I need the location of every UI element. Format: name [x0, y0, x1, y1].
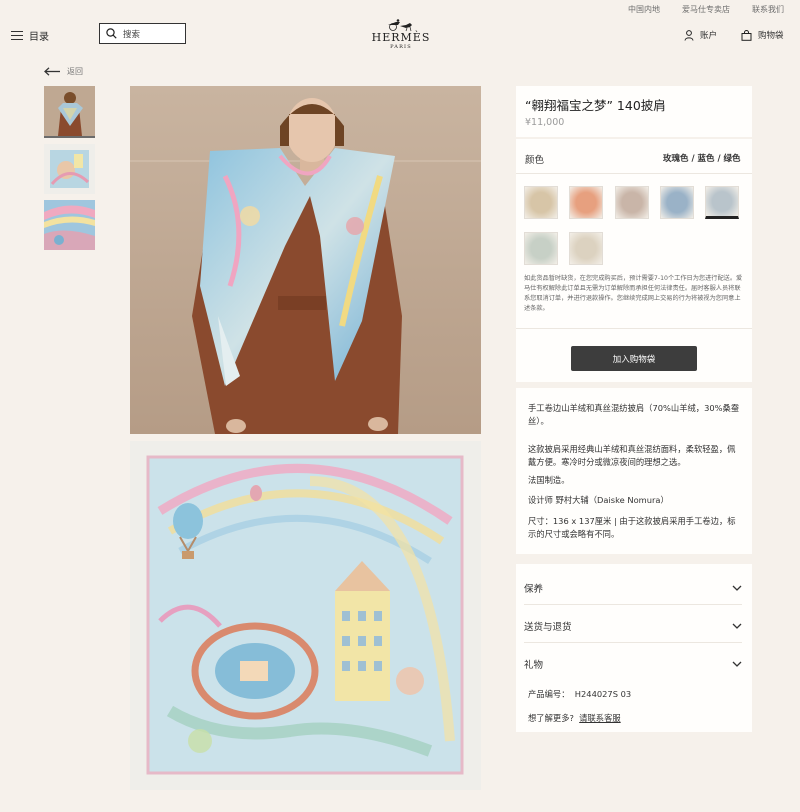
thumbnail-detail[interactable] [44, 200, 95, 250]
help-line: 想了解更多? 请联系客服 [528, 712, 621, 724]
accordion-gift-label: 礼物 [524, 660, 544, 671]
product-title: “翱翔福宝之梦” 140披肩 [525, 98, 666, 113]
search-placeholder: 搜索 [123, 29, 141, 40]
site-header: 目录 搜索 HERMÈS PARIS 账户 购物袋 [0, 18, 800, 60]
product-photo-model[interactable] [130, 86, 481, 434]
color-swatch[interactable] [615, 186, 649, 219]
shopping-bag-icon [741, 29, 752, 41]
arrow-left-icon [44, 67, 60, 76]
stores-link[interactable]: 爱马仕专卖店 [682, 4, 730, 15]
color-label: 颜色 [525, 155, 545, 166]
color-swatch[interactable] [524, 186, 558, 219]
thumbnail-gallery [44, 86, 95, 256]
help-prefix: 想了解更多? [528, 713, 574, 723]
product-photo-flat[interactable] [130, 441, 481, 790]
chevron-down-icon [732, 585, 742, 591]
user-icon [684, 29, 694, 41]
hamburger-icon [11, 31, 23, 41]
logo-wordmark: HERMÈS [371, 31, 431, 44]
accordion-care-label: 保养 [524, 584, 544, 595]
description-origin: 法国制造。 [528, 475, 570, 485]
top-utility-bar: 中国内地 爱马仕专卖店 联系我们 [0, 0, 800, 18]
thumbnail-model[interactable] [44, 86, 95, 138]
cart-link[interactable]: 购物袋 [741, 29, 784, 41]
accordion-care[interactable]: 保养 [524, 572, 742, 605]
description-text: 这款披肩采用经典山羊绒和真丝混纺面料，柔软轻盈，佩戴方便。寒冷时分或微凉夜间的理… [528, 444, 736, 467]
thumbnail-flat[interactable] [44, 144, 95, 194]
account-link[interactable]: 账户 [684, 29, 717, 41]
color-swatch[interactable] [660, 186, 694, 219]
color-swatch[interactable] [569, 232, 603, 265]
contact-service-link[interactable]: 请联系客服 [579, 713, 621, 723]
search-icon [106, 28, 117, 39]
logo-city: PARIS [390, 44, 412, 50]
stock-notice: 如此货品暂时缺货，在您完成购买后，预计需要7-10个工作日为您进行配送。爱马仕有… [524, 275, 743, 312]
chevron-down-icon [732, 661, 742, 667]
add-to-cart-button[interactable]: 加入购物袋 [571, 346, 697, 371]
chevron-down-icon [732, 623, 742, 629]
divider [516, 328, 752, 329]
product-price: ¥11,000 [525, 117, 565, 128]
reference-label: 产品编号： [528, 689, 570, 699]
search-input[interactable]: 搜索 [99, 23, 186, 44]
accordion-delivery-label: 送货与退货 [524, 622, 572, 633]
product-reference: 产品编号： H244027S 03 [528, 688, 631, 700]
color-swatch[interactable] [569, 186, 603, 219]
carriage-emblem-icon [388, 19, 412, 32]
description-designer: 设计师 野村大辅（Daiske Nomura） [528, 495, 669, 505]
color-swatch-selected[interactable] [705, 186, 739, 219]
hermes-logo[interactable]: HERMÈS PARIS [360, 18, 442, 54]
region-link[interactable]: 中国内地 [628, 4, 660, 15]
description-material: 手工卷边山羊绒和真丝混纺披肩（70%山羊绒，30%桑蚕丝）。 [528, 403, 740, 426]
accordion-gift[interactable]: 礼物 [524, 648, 742, 680]
color-swatch[interactable] [524, 232, 558, 265]
divider [516, 173, 752, 174]
cart-label: 购物袋 [758, 31, 784, 41]
contact-link[interactable]: 联系我们 [752, 4, 784, 15]
reference-value: H244027S 03 [574, 689, 632, 699]
account-label: 账户 [700, 31, 718, 41]
back-label: 返回 [67, 67, 83, 76]
menu-label: 目录 [29, 32, 49, 43]
back-link[interactable]: 返回 [44, 66, 83, 77]
accordion-delivery[interactable]: 送货与退货 [524, 610, 742, 643]
selected-color: 玫瑰色 / 蓝色 / 绿色 [663, 154, 741, 164]
description-size: 尺寸：136 x 137厘米 | 由于这款披肩采用手工卷边，标示的尺寸或会略有不… [528, 516, 736, 539]
menu-button[interactable]: 目录 [11, 28, 49, 43]
